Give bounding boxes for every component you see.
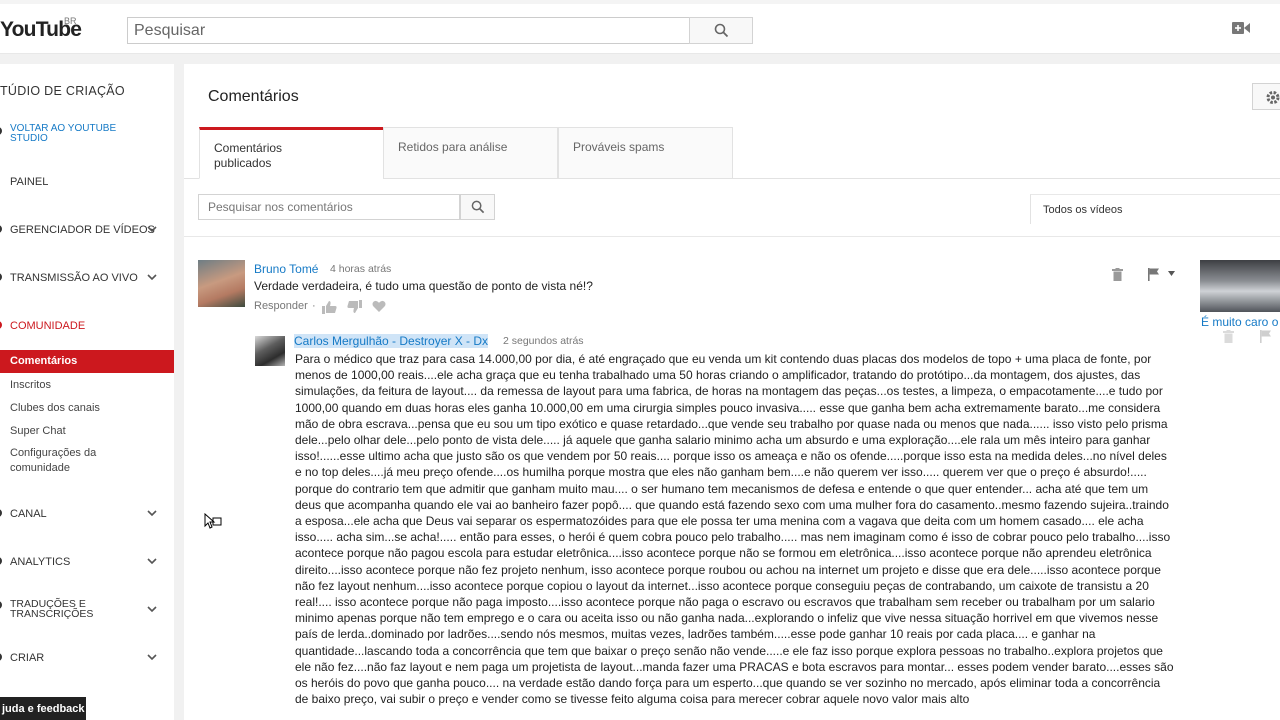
back-icon bbox=[0, 127, 2, 135]
tab-label: Prováveis spams bbox=[573, 140, 665, 154]
page-title: Comentários bbox=[208, 88, 299, 105]
tab-spam[interactable]: Prováveis spams bbox=[558, 127, 733, 179]
sidebar-item-analytics[interactable]: ANALYTICS bbox=[10, 556, 160, 568]
heart-icon[interactable] bbox=[372, 300, 386, 313]
region-label: BR bbox=[64, 16, 77, 26]
top-border bbox=[0, 0, 1280, 4]
avatar[interactable] bbox=[198, 260, 245, 307]
list-divider bbox=[184, 236, 1280, 237]
sidebar-sub-superchat[interactable]: Super Chat bbox=[10, 425, 66, 437]
comment-text: Para o médico que traz para casa 14.000,… bbox=[295, 352, 1174, 707]
flag-icon[interactable] bbox=[1260, 330, 1274, 343]
back-to-studio-link[interactable]: VOLTAR AO YOUTUBE STUDIO bbox=[10, 124, 130, 144]
comment-text: Verdade verdadeira, é tudo uma questão d… bbox=[254, 279, 593, 293]
sidebar-item-comunidade[interactable]: COMUNIDADE bbox=[10, 320, 160, 332]
sidebar-item-videos[interactable]: GERENCIADOR DE VÍDEOS bbox=[10, 224, 160, 236]
sidebar-sub-inscritos[interactable]: Inscritos bbox=[10, 379, 51, 391]
tab-label: Retidos para análise bbox=[398, 140, 508, 154]
thumbs-up-icon[interactable] bbox=[322, 300, 337, 314]
analytics-icon bbox=[0, 557, 2, 565]
sidebar-item-painel[interactable]: PAINEL bbox=[10, 176, 160, 188]
comment-time[interactable]: 4 horas atrás bbox=[330, 263, 391, 275]
tab-label: Comentários publicados bbox=[214, 141, 283, 170]
video-filter-select[interactable]: Todos os vídeos bbox=[1030, 194, 1280, 224]
live-icon bbox=[0, 273, 2, 281]
chevron-down-icon[interactable] bbox=[147, 226, 157, 233]
chevron-down-icon[interactable] bbox=[147, 558, 157, 565]
studio-title: TÚDIO DE CRIAÇÃO bbox=[0, 84, 125, 98]
settings-button[interactable] bbox=[1252, 83, 1280, 110]
video-thumbnail[interactable] bbox=[1200, 260, 1280, 312]
comment-time[interactable]: 2 segundos atrás bbox=[503, 335, 584, 347]
sidebar-item-criar[interactable]: CRIAR bbox=[10, 652, 160, 664]
chevron-down-icon[interactable] bbox=[147, 654, 157, 661]
sidebar-sub-config[interactable]: Configurações da comunidade bbox=[10, 446, 120, 476]
videos-icon bbox=[0, 225, 2, 233]
search-icon bbox=[471, 200, 484, 214]
gear-icon bbox=[1266, 91, 1280, 104]
thumbs-down-icon[interactable] bbox=[347, 300, 362, 314]
sidebar-sub-comentarios[interactable]: Comentários bbox=[0, 350, 174, 373]
comment-search-input[interactable]: Pesquisar nos comentários bbox=[198, 194, 460, 220]
search-input[interactable]: Pesquisar bbox=[127, 17, 690, 44]
avatar[interactable] bbox=[255, 336, 285, 366]
sidebar-item-live[interactable]: TRANSMISSÃO AO VIVO bbox=[10, 272, 160, 284]
top-bar: YouTube BR Pesquisar bbox=[0, 0, 1280, 54]
flag-icon[interactable] bbox=[1148, 268, 1162, 281]
tab-published[interactable]: Comentários publicados bbox=[199, 127, 384, 179]
tab-held[interactable]: Retidos para análise bbox=[383, 127, 558, 179]
sidebar-sub-label: Comentários bbox=[10, 355, 78, 367]
reply-link[interactable]: Responder bbox=[254, 300, 308, 312]
sidebar-item-canal[interactable]: CANAL bbox=[10, 508, 160, 520]
video-camera-icon[interactable] bbox=[1232, 22, 1250, 34]
chevron-down-icon[interactable] bbox=[147, 510, 157, 517]
channel-icon bbox=[0, 509, 2, 517]
sidebar: TÚDIO DE CRIAÇÃO VOLTAR AO YOUTUBE STUDI… bbox=[0, 64, 174, 720]
help-feedback-button[interactable]: juda e feedback bbox=[0, 697, 86, 720]
reply-separator: · bbox=[312, 300, 316, 312]
create-icon bbox=[0, 653, 2, 661]
comment-author[interactable]: Bruno Tomé bbox=[254, 262, 318, 276]
video-title-link[interactable]: É muito caro o bbox=[1201, 315, 1278, 329]
search-icon bbox=[714, 23, 728, 38]
chevron-down-icon[interactable] bbox=[147, 606, 157, 613]
main-content: Comentários Comentários publicados Retid… bbox=[184, 64, 1280, 720]
search-button[interactable] bbox=[689, 17, 753, 44]
comment-actions bbox=[322, 300, 386, 314]
community-icon bbox=[0, 321, 2, 329]
chevron-down-icon[interactable] bbox=[147, 274, 157, 281]
cursor-icon bbox=[204, 513, 222, 529]
chevron-down-icon[interactable] bbox=[1168, 271, 1175, 276]
trash-icon[interactable] bbox=[1112, 268, 1123, 281]
sidebar-item-traducoes[interactable]: TRADUÇÕES E TRANSCRIÇÕES bbox=[10, 599, 110, 620]
trash-icon[interactable] bbox=[1223, 330, 1234, 343]
translate-icon bbox=[0, 601, 2, 609]
comment-author[interactable]: Carlos Mergulhão - Destroyer X - Dx bbox=[294, 334, 489, 348]
comment-search-button[interactable] bbox=[460, 194, 495, 220]
sidebar-sub-clubes[interactable]: Clubes dos canais bbox=[10, 402, 100, 414]
